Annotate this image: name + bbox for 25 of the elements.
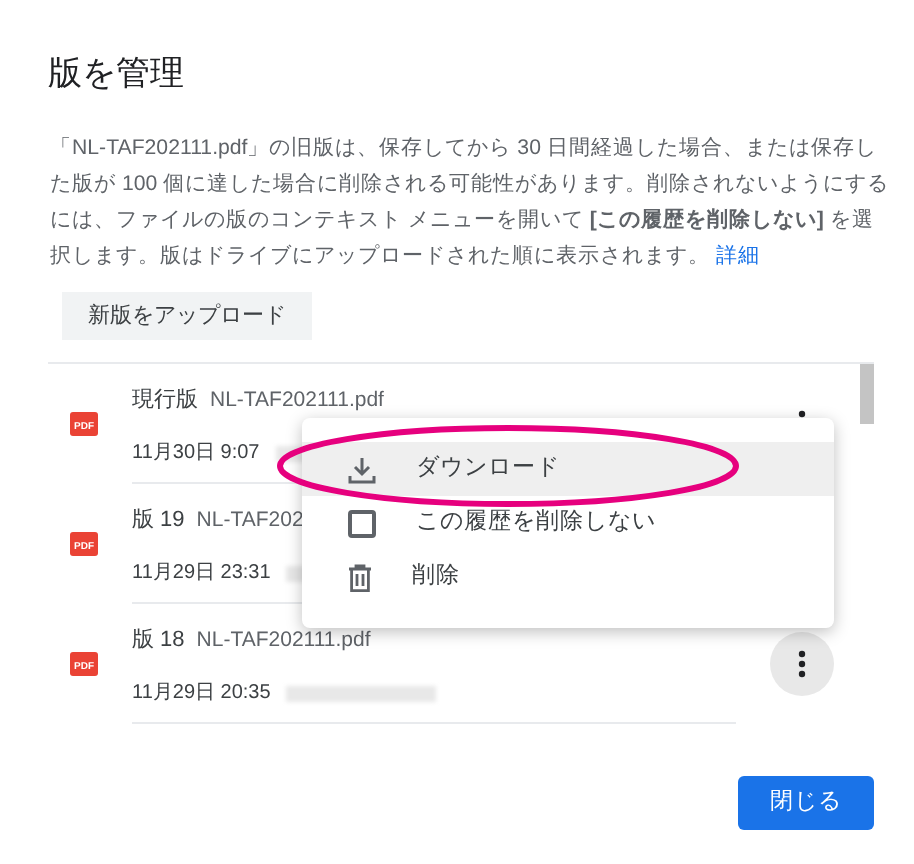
checkbox[interactable] <box>348 509 376 538</box>
download-icon <box>348 455 376 484</box>
more-options-button[interactable] <box>770 632 834 697</box>
menu-item-label: この履歴を削除しない <box>416 507 656 539</box>
scrollbar[interactable] <box>860 364 874 425</box>
version-date: 11月29日 23:31 <box>132 560 271 588</box>
version-label: 版 19 <box>132 506 185 537</box>
version-label: 現行版 <box>132 386 198 417</box>
version-date: 11月29日 20:35 <box>132 680 271 708</box>
details-link[interactable]: 詳細 <box>715 244 760 268</box>
version-date: 11月30日 9:07 <box>132 440 260 468</box>
close-button[interactable]: 閉じる <box>738 776 874 831</box>
menu-item-label: ダウンロード <box>416 453 560 485</box>
vertical-dots-icon <box>798 650 806 679</box>
dialog-title: 版を管理 <box>46 52 186 96</box>
upload-new-version-button[interactable]: 新版をアップロード <box>62 292 312 341</box>
description-text: 「NL-TAF202111.pdf」の旧版は、保存してから 30 日間経過した場合、または保存した版が 100 個に達した場合に削除される可能性があります。削除されないようにするには、ファイルの版のコンテキスト メニューを開いて [この履歴を削除しない] を選択します。版はドライブにアップロードされた順に表示されます。 詳細 <box>48 134 892 272</box>
version-label: 版 18 <box>132 626 185 657</box>
file-name: NL-TAF202 <box>196 506 304 537</box>
trash-icon <box>348 563 372 592</box>
menu-item[interactable]: 削除 <box>302 550 834 605</box>
menu-item-label: 削除 <box>412 561 460 593</box>
file-name: NL-TAF202111.pdf <box>196 626 371 657</box>
file-name: NL-TAF202111.pdf <box>210 386 384 417</box>
menu-item[interactable]: この履歴を削除しない <box>302 496 834 551</box>
